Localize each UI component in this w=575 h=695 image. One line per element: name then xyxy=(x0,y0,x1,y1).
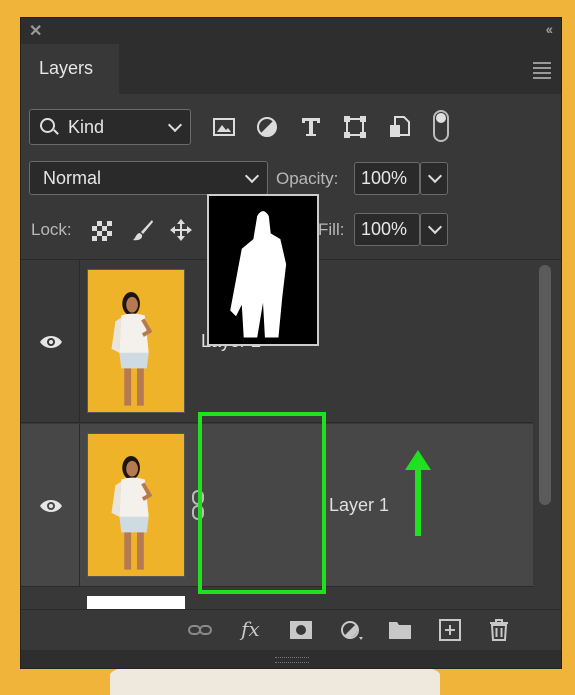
opacity-label: Opacity: xyxy=(276,169,339,188)
filter-kind-label: Kind xyxy=(68,117,105,137)
layers-bottom-toolbar: fx xyxy=(21,609,561,650)
lock-position-icon[interactable] xyxy=(170,218,192,242)
eye-icon xyxy=(40,500,62,512)
blend-mode-dropdown[interactable]: Normal xyxy=(29,161,268,195)
fill-dropdown[interactable] xyxy=(420,213,448,246)
eye-icon xyxy=(40,336,62,348)
blend-mode-value: Normal xyxy=(43,168,102,188)
new-adjustment-icon[interactable] xyxy=(339,619,363,641)
mask-highlight-box xyxy=(198,412,326,594)
search-icon xyxy=(40,118,55,133)
lock-label: Lock: xyxy=(31,220,72,239)
layer-thumbnail[interactable] xyxy=(87,433,185,577)
fx-icon[interactable]: fx xyxy=(241,617,260,641)
tab-layers[interactable]: Layers xyxy=(21,44,119,94)
shape-filter-icon[interactable] xyxy=(343,116,367,138)
close-icon[interactable]: ✕ xyxy=(29,21,42,41)
filter-kind-dropdown[interactable]: Kind xyxy=(29,109,191,145)
tab-layers-label: Layers xyxy=(39,58,94,78)
panel-menu-icon[interactable] xyxy=(533,62,551,82)
chevron-down-icon xyxy=(427,219,443,235)
opacity-dropdown[interactable] xyxy=(420,162,448,195)
lock-transparent-pixels-icon[interactable] xyxy=(91,218,113,242)
layers-scrollbar[interactable] xyxy=(535,263,553,608)
smart-object-filter-icon[interactable] xyxy=(387,116,411,138)
visibility-toggle[interactable] xyxy=(21,260,80,423)
panel-tab-row: Layers xyxy=(21,44,561,94)
fill-input[interactable]: 100% xyxy=(354,213,420,246)
lock-image-pixels-icon[interactable] xyxy=(132,218,154,242)
fill-value: 100% xyxy=(361,219,408,239)
visibility-toggle[interactable] xyxy=(21,424,80,587)
green-arrow-up-icon xyxy=(405,450,431,536)
new-group-icon[interactable] xyxy=(388,619,412,641)
image-filter-icon[interactable] xyxy=(212,116,236,138)
layer-thumbnail[interactable] xyxy=(87,269,185,413)
delete-layer-icon[interactable] xyxy=(487,619,511,641)
chevron-down-icon xyxy=(244,168,260,184)
layer-mask-thumbnail[interactable] xyxy=(207,194,319,346)
opacity-value: 100% xyxy=(361,168,408,188)
collapse-icon[interactable]: ‹‹ xyxy=(546,21,553,37)
panel-resize-grip[interactable] xyxy=(21,650,561,668)
layer-name[interactable]: Layer 1 xyxy=(329,495,389,516)
add-mask-icon[interactable] xyxy=(289,619,313,641)
layer-thumbnail[interactable] xyxy=(87,596,185,610)
type-filter-icon[interactable] xyxy=(299,116,323,138)
adjustment-filter-icon[interactable] xyxy=(255,116,279,138)
chevron-down-icon xyxy=(427,168,443,184)
opacity-input[interactable]: 100% xyxy=(354,162,420,195)
scrollbar-thumb[interactable] xyxy=(539,265,551,505)
panel-titlebar: ✕ ‹‹ xyxy=(21,18,561,44)
link-layers-icon[interactable] xyxy=(188,619,212,641)
fill-label: Fill: xyxy=(318,220,345,239)
filter-toggle[interactable] xyxy=(433,110,449,142)
chevron-down-icon xyxy=(167,117,183,133)
new-layer-icon[interactable] xyxy=(438,619,462,641)
